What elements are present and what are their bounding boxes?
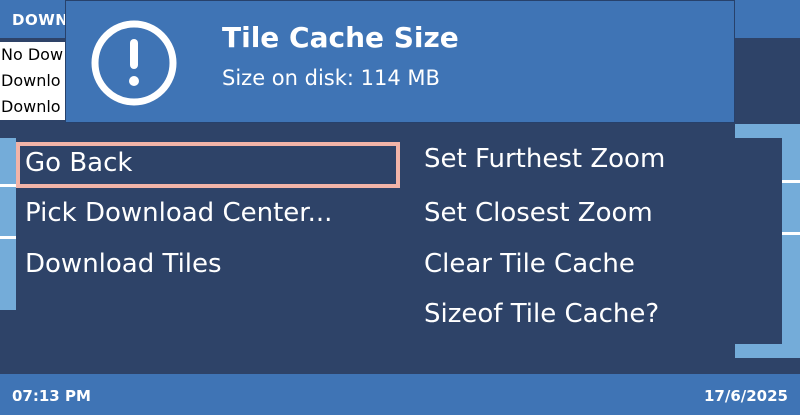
background-line: Downlo xyxy=(0,94,66,120)
menu-item-label: Download Tiles xyxy=(25,249,222,279)
background-status-lines: No Dow Downlo Downlo xyxy=(0,42,66,120)
status-time: 07:13 PM xyxy=(12,387,91,405)
menu-panel: Go Back Pick Download Center... Download… xyxy=(16,138,782,344)
menu-item-pick-download-center[interactable]: Pick Download Center... xyxy=(25,196,332,230)
background-line: Downlo xyxy=(0,68,66,94)
decor-divider xyxy=(782,232,800,235)
menu-item-label: Go Back xyxy=(25,148,133,178)
menu-item-label: Pick Download Center... xyxy=(25,198,333,228)
menu-item-label: Sizeof Tile Cache? xyxy=(424,299,660,329)
menu-item-set-closest-zoom[interactable]: Set Closest Zoom xyxy=(424,196,653,230)
dialog-title: Tile Cache Size xyxy=(222,21,459,54)
status-date: 17/6/2025 xyxy=(703,387,788,405)
menu-item-size-of-tile-cache[interactable]: Sizeof Tile Cache? xyxy=(424,297,659,331)
decor-left-bar xyxy=(0,138,16,310)
decor-divider xyxy=(0,184,16,187)
menu-item-label: Set Furthest Zoom xyxy=(424,144,666,174)
menu-item-clear-tile-cache[interactable]: Clear Tile Cache xyxy=(424,247,635,281)
decor-right-top xyxy=(735,124,800,138)
menu-item-label: Clear Tile Cache xyxy=(424,249,635,279)
menu-item-download-tiles[interactable]: Download Tiles xyxy=(25,247,222,281)
decor-right-foot xyxy=(735,342,800,358)
dialog-message: Size on disk: 114 MB xyxy=(222,66,440,90)
background-line: No Dow xyxy=(0,42,66,68)
menu-item-set-furthest-zoom[interactable]: Set Furthest Zoom xyxy=(424,142,665,176)
decor-divider xyxy=(0,236,16,239)
tile-cache-size-dialog: Tile Cache Size Size on disk: 114 MB xyxy=(65,0,735,123)
menu-item-label: Set Closest Zoom xyxy=(424,198,653,228)
background-title: DOWN xyxy=(12,11,69,29)
exclamation-circle-icon xyxy=(91,20,177,106)
decor-right-bar xyxy=(782,138,800,356)
menu-item-go-back[interactable]: Go Back xyxy=(16,142,400,188)
decor-divider xyxy=(782,180,800,183)
status-bar: 07:13 PM 17/6/2025 xyxy=(0,374,800,415)
